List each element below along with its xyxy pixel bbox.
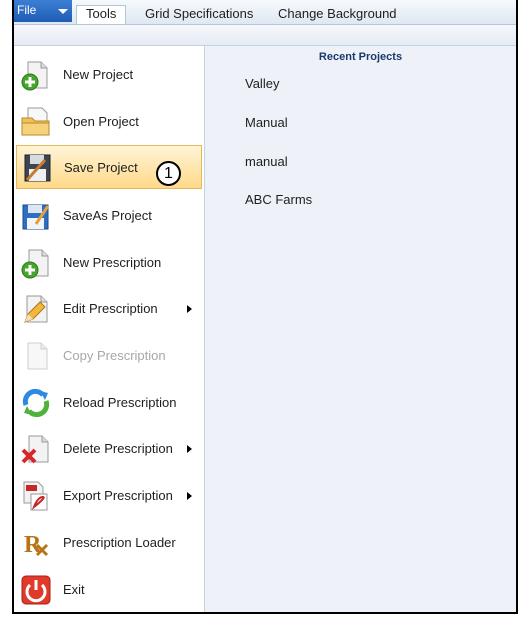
save-as-icon — [22, 204, 50, 230]
file-menu-panel: New Project Open Project Save Project Sa… — [14, 46, 205, 612]
menu-bar: File Tools Grid Specifications Change Ba… — [14, 0, 516, 25]
menu-item-reload-prescription[interactable]: Reload Prescription — [16, 381, 202, 425]
menu-item-label: Copy Prescription — [63, 348, 166, 363]
chevron-right-icon — [187, 445, 192, 453]
menu-item-label: Export Prescription — [63, 488, 173, 503]
tab-tools[interactable]: Tools — [76, 5, 127, 24]
recent-project-item[interactable]: Manual — [245, 115, 288, 130]
menu-item-label: Open Project — [63, 114, 139, 129]
step-callout-badge: 1 — [156, 161, 181, 186]
recent-projects-panel: Recent Projects Valley Manual manual ABC… — [205, 46, 516, 612]
menu-item-label: Prescription Loader — [63, 535, 176, 550]
menu-item-label: Save Project — [64, 160, 138, 175]
menu-item-label: Reload Prescription — [63, 395, 177, 410]
application-window: File Tools Grid Specifications Change Ba… — [12, 0, 518, 614]
menu-item-label: Exit — [63, 582, 85, 597]
file-menu-button[interactable]: File — [14, 0, 72, 22]
recent-project-item[interactable]: ABC Farms — [245, 192, 312, 207]
menu-item-label: New Prescription — [63, 255, 162, 270]
reload-icon — [22, 388, 50, 418]
menu-item-label: New Project — [63, 67, 134, 82]
menu-item-new-prescription[interactable]: New Prescription — [16, 241, 202, 285]
menu-item-edit-prescription[interactable]: Edit Prescription — [16, 287, 202, 331]
recent-projects-title: Recent Projects — [318, 51, 403, 63]
save-icon — [24, 154, 51, 182]
new-project-icon — [21, 61, 48, 91]
recent-project-item[interactable]: manual — [245, 154, 288, 169]
menu-item-label: SaveAs Project — [63, 208, 152, 223]
open-folder-icon — [21, 107, 50, 136]
ribbon-strip — [14, 25, 516, 46]
tab-grid-specifications[interactable]: Grid Specifications — [145, 6, 253, 24]
menu-item-new-project[interactable]: New Project — [16, 53, 202, 97]
chevron-down-icon — [58, 9, 68, 14]
menu-item-open-project[interactable]: Open Project — [16, 100, 202, 144]
tab-change-background[interactable]: Change Background — [278, 6, 397, 24]
menu-item-label: Edit Prescription — [63, 301, 158, 316]
chevron-right-icon — [187, 305, 192, 313]
chevron-right-icon — [187, 492, 192, 500]
menu-item-saveas-project[interactable]: SaveAs Project — [16, 194, 202, 238]
new-prescription-icon — [21, 249, 49, 279]
menu-item-prescription-loader[interactable]: R Prescription Loader — [16, 521, 202, 565]
delete-prescription-icon — [21, 435, 49, 464]
file-menu-label: File — [17, 3, 37, 17]
edit-prescription-icon — [24, 295, 48, 323]
menu-item-export-prescription[interactable]: Export Prescription — [16, 474, 202, 518]
menu-item-copy-prescription: Copy Prescription — [16, 334, 202, 378]
menu-item-label: Delete Prescription — [63, 441, 173, 456]
recent-project-item[interactable]: Valley — [245, 76, 279, 91]
rx-icon: R — [24, 532, 49, 558]
export-pdf-icon — [23, 481, 48, 511]
menu-item-exit[interactable]: Exit — [16, 568, 202, 612]
power-icon — [21, 575, 51, 605]
menu-item-delete-prescription[interactable]: Delete Prescription — [16, 427, 202, 471]
copy-prescription-icon — [27, 342, 48, 370]
